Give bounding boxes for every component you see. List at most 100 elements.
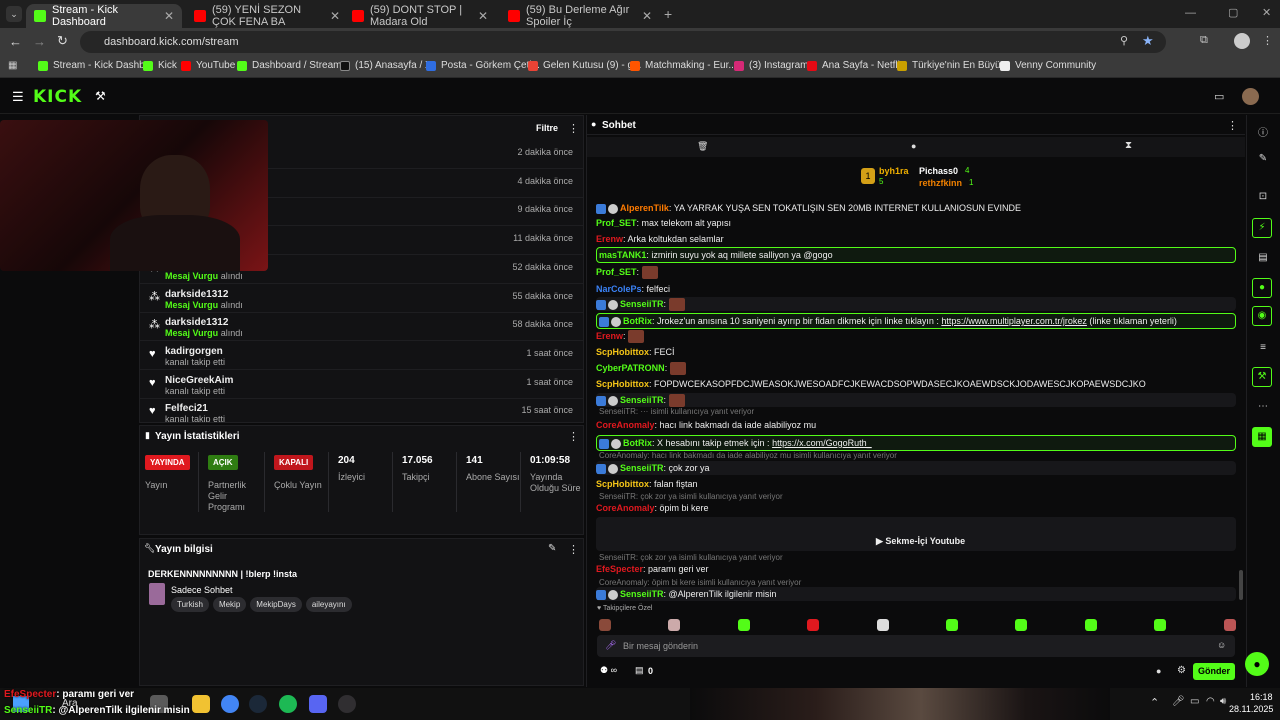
steam-icon[interactable] [249, 695, 267, 713]
users-infinity-icon[interactable]: ⚉ ∞ [600, 665, 617, 676]
chat-username[interactable]: BotRix [623, 316, 652, 326]
chat-username[interactable]: BotRix [623, 438, 652, 448]
spotify-icon[interactable] [279, 695, 297, 713]
stream-info-menu-icon[interactable]: ⋮ [568, 543, 579, 556]
chat-username[interactable]: Prof_SET [596, 218, 637, 228]
youtube-embed-button[interactable]: ▶ Sekme-İçi Youtube [596, 517, 1236, 551]
tray-chevron-icon[interactable]: ⌃ [1150, 696, 1159, 709]
pencil-icon[interactable]: ✎ [1257, 153, 1269, 165]
discord-icon[interactable] [309, 695, 327, 713]
bookmark-youtube[interactable]: YouTube [181, 60, 235, 71]
chat-username[interactable]: ScpHobittox [596, 479, 649, 489]
camera-icon[interactable]: ⊡ [1257, 191, 1269, 203]
emote-icon[interactable] [1223, 619, 1236, 631]
chrome-icon[interactable] [221, 695, 239, 713]
trash-icon[interactable]: 🗑︎ [697, 141, 708, 152]
close-tab-icon[interactable]: ✕ [478, 9, 488, 23]
activity-menu-icon[interactable]: ⋮ [568, 122, 579, 135]
emote-icon[interactable] [946, 619, 958, 631]
emote-icon[interactable] [1154, 619, 1167, 631]
mic-tray-icon[interactable]: 🎤︎ [1172, 696, 1185, 707]
emote-icon[interactable] [599, 619, 611, 631]
bookmark-kick[interactable]: Kick [143, 60, 177, 71]
close-tab-icon[interactable]: ✕ [642, 9, 652, 23]
bolt-button[interactable]: ⚡︎ [1252, 218, 1272, 238]
chat-menu-icon[interactable]: ⋮ [1227, 119, 1238, 132]
clock-time[interactable]: 16:18 [1250, 692, 1273, 702]
close-window-button[interactable]: ✕ [1262, 6, 1271, 19]
tool-button[interactable]: ⚒ [1252, 367, 1272, 387]
tab-youtube-1[interactable]: (59) YENİ SEZON ÇOK FENA BA ✕ [186, 4, 348, 28]
share-icon[interactable]: ⋯ [1257, 401, 1269, 413]
reply-context[interactable]: CoreAnomaly: öpim bi kere isimli kullanı… [599, 578, 801, 587]
emote-icon[interactable] [1084, 619, 1097, 631]
reload-button[interactable]: ↻ [57, 33, 68, 49]
tab-kick-dashboard[interactable]: Stream - Kick Dashboard ✕ [26, 4, 182, 28]
stats-menu-icon[interactable]: ⋮ [568, 430, 579, 443]
emote-icon[interactable] [807, 619, 820, 631]
minimize-button[interactable]: — [1185, 7, 1196, 19]
emote-icon[interactable] [668, 619, 681, 631]
url-field[interactable]: dashboard.kick.com/stream [80, 31, 1166, 53]
bookmark-x[interactable]: (15) Anasayfa / X [340, 60, 432, 71]
bookmark-instagram[interactable]: (3) Instagram [734, 60, 808, 71]
edit-pencil-icon[interactable]: ✎ [548, 543, 556, 554]
apps-grid-icon[interactable]: ▦ [8, 60, 17, 71]
screen-icon[interactable]: ▭ [1214, 90, 1224, 103]
bookmark-netflix[interactable]: Ana Sayfa - Netflix [807, 60, 905, 71]
mic-icon[interactable]: 🎤︎ [605, 640, 616, 651]
new-tab-button[interactable]: + [664, 6, 672, 22]
chat-username[interactable]: masTANK1 [599, 250, 646, 260]
chat-input[interactable]: 🎤︎ Bir mesaj gönderin ☺ [597, 635, 1235, 657]
chat-username[interactable]: ScpHobittox [596, 347, 649, 357]
obs-icon[interactable] [338, 695, 356, 713]
monitor-tray-icon[interactable]: ▭ [1190, 696, 1199, 707]
tag[interactable]: Mekip [212, 597, 247, 612]
emote-icon[interactable] [876, 619, 889, 631]
tab-youtube-3[interactable]: (59) Bu Derleme Ağır Spoiler İç ✕ [500, 4, 660, 28]
chat-username[interactable]: CyberPATRONN [596, 363, 665, 373]
chat-username[interactable]: ScpHobittox [596, 379, 649, 389]
zoom-icon[interactable]: ⚲ [1120, 34, 1128, 47]
maximize-button[interactable]: ▢ [1228, 6, 1238, 19]
document-icon[interactable]: ▤ [1257, 252, 1269, 264]
chat-username[interactable]: Erenw [596, 331, 623, 341]
reply-context[interactable]: CoreAnomaly: hacı link bakmadı da iade a… [599, 451, 897, 460]
back-button[interactable]: ← [9, 34, 22, 49]
activity-user[interactable]: Felfeci21 [165, 403, 208, 414]
chat-username[interactable]: SenseiiTR [620, 589, 664, 599]
tag[interactable]: aileyayını [305, 597, 352, 612]
file-explorer-icon[interactable] [192, 695, 210, 713]
reply-context[interactable]: SenseiiTR: çok zor ya isimli kullanıcıya… [599, 492, 783, 501]
chat-username[interactable]: SenseiiTR [620, 395, 664, 405]
forward-button[interactable]: → [33, 34, 46, 49]
menu-dots-icon[interactable]: ⋮ [1262, 34, 1273, 47]
emote-icon[interactable] [737, 619, 750, 631]
reply-context[interactable]: SenseiiTR: ··· isimli kullanıcıya yanıt … [599, 407, 754, 416]
activity-user[interactable]: darkside1312 [165, 317, 228, 328]
chat-username[interactable]: CoreAnomaly [596, 420, 655, 430]
chat-username[interactable]: CoreAnomaly [596, 503, 655, 513]
reply-context[interactable]: SenseiiTR: çok zor ya isimli kullanıcıya… [599, 553, 783, 562]
profile-avatar[interactable] [1234, 33, 1250, 49]
bookmark-kick-dashboard[interactable]: Stream - Kick Dashb... [38, 60, 153, 71]
activity-user[interactable]: kadirgorgen [165, 346, 223, 357]
hammer-icon[interactable]: ⚒ [95, 89, 106, 103]
close-tab-icon[interactable]: ✕ [164, 9, 174, 23]
chat-button[interactable]: ● [1252, 278, 1272, 298]
send-button[interactable]: Gönder [1193, 663, 1235, 680]
hamburger-menu-icon[interactable]: ☰ [12, 89, 24, 105]
bookmark-dashboard-stream[interactable]: Dashboard / Stream... [237, 60, 350, 71]
chat-username[interactable]: AlperenTilk [620, 203, 669, 213]
stack-icon[interactable]: ≡ [1257, 342, 1269, 354]
chat-username[interactable]: EfeSpecter [596, 564, 643, 574]
tag[interactable]: MekipDays [250, 597, 302, 612]
volume-tray-icon[interactable]: 🔊︎ [1220, 696, 1226, 707]
wifi-tray-icon[interactable]: ◠ [1206, 696, 1215, 707]
broadcast-button[interactable]: ◉ [1252, 306, 1272, 326]
tab-search-button[interactable]: ⌄ [6, 6, 22, 22]
chat-link[interactable]: https://x.com/GogoRuth_ [772, 438, 872, 448]
settings-gear-icon[interactable]: ⚙ [1177, 665, 1186, 676]
bookmark-gelen-kutusu[interactable]: Gelen Kutusu (9) - g... [528, 60, 641, 71]
activity-user[interactable]: NiceGreekAim [165, 375, 233, 386]
